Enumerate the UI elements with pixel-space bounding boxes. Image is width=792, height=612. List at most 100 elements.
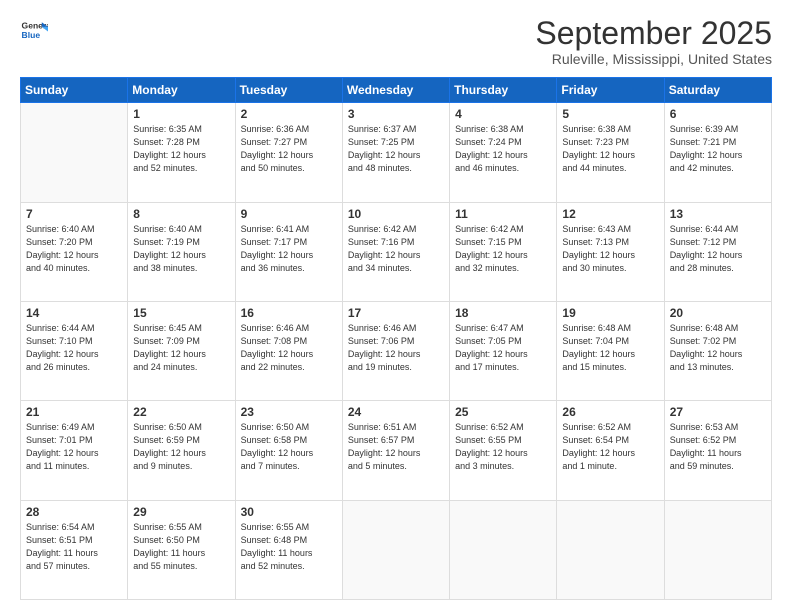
calendar-cell: 3 Sunrise: 6:37 AMSunset: 7:25 PMDaylight… — [342, 103, 449, 202]
day-number: 25 — [455, 405, 551, 419]
calendar-cell: 21 Sunrise: 6:49 AMSunset: 7:01 PMDayligh… — [21, 401, 128, 500]
day-number: 14 — [26, 306, 122, 320]
day-info: Sunrise: 6:47 AMSunset: 7:05 PMDaylight:… — [455, 322, 551, 374]
calendar-cell — [557, 500, 664, 599]
day-info: Sunrise: 6:37 AMSunset: 7:25 PMDaylight:… — [348, 123, 444, 175]
day-info: Sunrise: 6:46 AMSunset: 7:08 PMDaylight:… — [241, 322, 337, 374]
calendar-week-row: 14 Sunrise: 6:44 AMSunset: 7:10 PMDayligh… — [21, 301, 772, 400]
day-info: Sunrise: 6:50 AMSunset: 6:58 PMDaylight:… — [241, 421, 337, 473]
day-number: 15 — [133, 306, 229, 320]
day-number: 5 — [562, 107, 658, 121]
weekday-header: Monday — [128, 78, 235, 103]
calendar-cell: 2Sunrise: 6:36 AMSunset: 7:27 PMDaylight… — [235, 103, 342, 202]
day-number: 20 — [670, 306, 766, 320]
day-info: Sunrise: 6:41 AMSunset: 7:17 PMDaylight:… — [241, 223, 337, 275]
calendar-cell: 15 Sunrise: 6:45 AMSunset: 7:09 PMDayligh… — [128, 301, 235, 400]
day-info: Sunrise: 6:55 AMSunset: 6:48 PMDaylight:… — [241, 521, 337, 573]
page: General Blue September 2025 Ruleville, M… — [0, 0, 792, 612]
calendar-cell: 18 Sunrise: 6:47 AMSunset: 7:05 PMDayligh… — [450, 301, 557, 400]
calendar-cell: 5 Sunrise: 6:38 AMSunset: 7:23 PMDaylight… — [557, 103, 664, 202]
title-block: September 2025 Ruleville, Mississippi, U… — [535, 16, 772, 67]
day-info: Sunrise: 6:53 AMSunset: 6:52 PMDaylight:… — [670, 421, 766, 473]
day-number: 3 — [348, 107, 444, 121]
day-info: Sunrise: 6:49 AMSunset: 7:01 PMDaylight:… — [26, 421, 122, 473]
calendar-cell: 7 Sunrise: 6:40 AMSunset: 7:20 PMDaylight… — [21, 202, 128, 301]
day-info: Sunrise: 6:48 AMSunset: 7:04 PMDaylight:… — [562, 322, 658, 374]
day-number: 23 — [241, 405, 337, 419]
calendar-cell: 9 Sunrise: 6:41 AMSunset: 7:17 PMDaylight… — [235, 202, 342, 301]
calendar-cell: 8 Sunrise: 6:40 AMSunset: 7:19 PMDaylight… — [128, 202, 235, 301]
day-info: Sunrise: 6:44 AMSunset: 7:10 PMDaylight:… — [26, 322, 122, 374]
day-number: 9 — [241, 207, 337, 221]
day-number: 4 — [455, 107, 551, 121]
calendar-cell: 28 Sunrise: 6:54 AMSunset: 6:51 PMDayligh… — [21, 500, 128, 599]
day-number: 7 — [26, 207, 122, 221]
weekday-header-row: SundayMondayTuesdayWednesdayThursdayFrid… — [21, 78, 772, 103]
day-number: 8 — [133, 207, 229, 221]
calendar-cell: 23 Sunrise: 6:50 AMSunset: 6:58 PMDayligh… — [235, 401, 342, 500]
calendar-week-row: 28 Sunrise: 6:54 AMSunset: 6:51 PMDayligh… — [21, 500, 772, 599]
day-info: Sunrise: 6:45 AMSunset: 7:09 PMDaylight:… — [133, 322, 229, 374]
calendar-cell: 10Sunrise: 6:42 AMSunset: 7:16 PMDayligh… — [342, 202, 449, 301]
calendar-cell: 16Sunrise: 6:46 AMSunset: 7:08 PMDayligh… — [235, 301, 342, 400]
day-number: 17 — [348, 306, 444, 320]
calendar-cell: 27Sunrise: 6:53 AMSunset: 6:52 PMDayligh… — [664, 401, 771, 500]
day-info: Sunrise: 6:39 AMSunset: 7:21 PMDaylight:… — [670, 123, 766, 175]
day-info: Sunrise: 6:46 AMSunset: 7:06 PMDaylight:… — [348, 322, 444, 374]
day-info: Sunrise: 6:55 AMSunset: 6:50 PMDaylight:… — [133, 521, 229, 573]
calendar-cell: 17 Sunrise: 6:46 AMSunset: 7:06 PMDayligh… — [342, 301, 449, 400]
calendar-week-row: 21 Sunrise: 6:49 AMSunset: 7:01 PMDayligh… — [21, 401, 772, 500]
calendar-cell: 4 Sunrise: 6:38 AMSunset: 7:24 PMDaylight… — [450, 103, 557, 202]
calendar-cell — [21, 103, 128, 202]
calendar-cell: 20 Sunrise: 6:48 AMSunset: 7:02 PMDayligh… — [664, 301, 771, 400]
day-number: 18 — [455, 306, 551, 320]
logo: General Blue — [20, 16, 48, 44]
weekday-header: Saturday — [664, 78, 771, 103]
calendar-cell: 6 Sunrise: 6:39 AMSunset: 7:21 PMDaylight… — [664, 103, 771, 202]
day-info: Sunrise: 6:51 AMSunset: 6:57 PMDaylight:… — [348, 421, 444, 473]
weekday-header: Tuesday — [235, 78, 342, 103]
calendar-cell: 24 Sunrise: 6:51 AMSunset: 6:57 PMDayligh… — [342, 401, 449, 500]
day-info: Sunrise: 6:48 AMSunset: 7:02 PMDaylight:… — [670, 322, 766, 374]
calendar-table: SundayMondayTuesdayWednesdayThursdayFrid… — [20, 77, 772, 600]
calendar-cell: 1Sunrise: 6:35 AMSunset: 7:28 PMDaylight… — [128, 103, 235, 202]
calendar-cell: 22Sunrise: 6:50 AMSunset: 6:59 PMDayligh… — [128, 401, 235, 500]
day-info: Sunrise: 6:50 AMSunset: 6:59 PMDaylight:… — [133, 421, 229, 473]
weekday-header: Friday — [557, 78, 664, 103]
calendar-cell — [342, 500, 449, 599]
calendar-cell: 26Sunrise: 6:52 AMSunset: 6:54 PMDayligh… — [557, 401, 664, 500]
day-number: 10 — [348, 207, 444, 221]
logo-icon: General Blue — [20, 16, 48, 44]
calendar-cell: 13Sunrise: 6:44 AMSunset: 7:12 PMDayligh… — [664, 202, 771, 301]
day-info: Sunrise: 6:40 AMSunset: 7:20 PMDaylight:… — [26, 223, 122, 275]
weekday-header: Sunday — [21, 78, 128, 103]
calendar-cell: 30Sunrise: 6:55 AMSunset: 6:48 PMDayligh… — [235, 500, 342, 599]
day-info: Sunrise: 6:38 AMSunset: 7:23 PMDaylight:… — [562, 123, 658, 175]
day-number: 19 — [562, 306, 658, 320]
day-number: 11 — [455, 207, 551, 221]
day-number: 28 — [26, 505, 122, 519]
calendar-cell — [664, 500, 771, 599]
calendar-cell: 14 Sunrise: 6:44 AMSunset: 7:10 PMDayligh… — [21, 301, 128, 400]
calendar-cell — [450, 500, 557, 599]
svg-text:Blue: Blue — [22, 30, 41, 40]
day-info: Sunrise: 6:40 AMSunset: 7:19 PMDaylight:… — [133, 223, 229, 275]
weekday-header: Wednesday — [342, 78, 449, 103]
day-info: Sunrise: 6:42 AMSunset: 7:15 PMDaylight:… — [455, 223, 551, 275]
day-number: 24 — [348, 405, 444, 419]
day-info: Sunrise: 6:38 AMSunset: 7:24 PMDaylight:… — [455, 123, 551, 175]
day-number: 12 — [562, 207, 658, 221]
calendar-week-row: 1Sunrise: 6:35 AMSunset: 7:28 PMDaylight… — [21, 103, 772, 202]
day-number: 26 — [562, 405, 658, 419]
header: General Blue September 2025 Ruleville, M… — [20, 16, 772, 67]
day-info: Sunrise: 6:54 AMSunset: 6:51 PMDaylight:… — [26, 521, 122, 573]
day-number: 6 — [670, 107, 766, 121]
day-number: 1 — [133, 107, 229, 121]
day-info: Sunrise: 6:52 AMSunset: 6:55 PMDaylight:… — [455, 421, 551, 473]
day-number: 21 — [26, 405, 122, 419]
weekday-header: Thursday — [450, 78, 557, 103]
day-info: Sunrise: 6:43 AMSunset: 7:13 PMDaylight:… — [562, 223, 658, 275]
calendar-cell: 12 Sunrise: 6:43 AMSunset: 7:13 PMDayligh… — [557, 202, 664, 301]
day-number: 13 — [670, 207, 766, 221]
main-title: September 2025 — [535, 16, 772, 51]
